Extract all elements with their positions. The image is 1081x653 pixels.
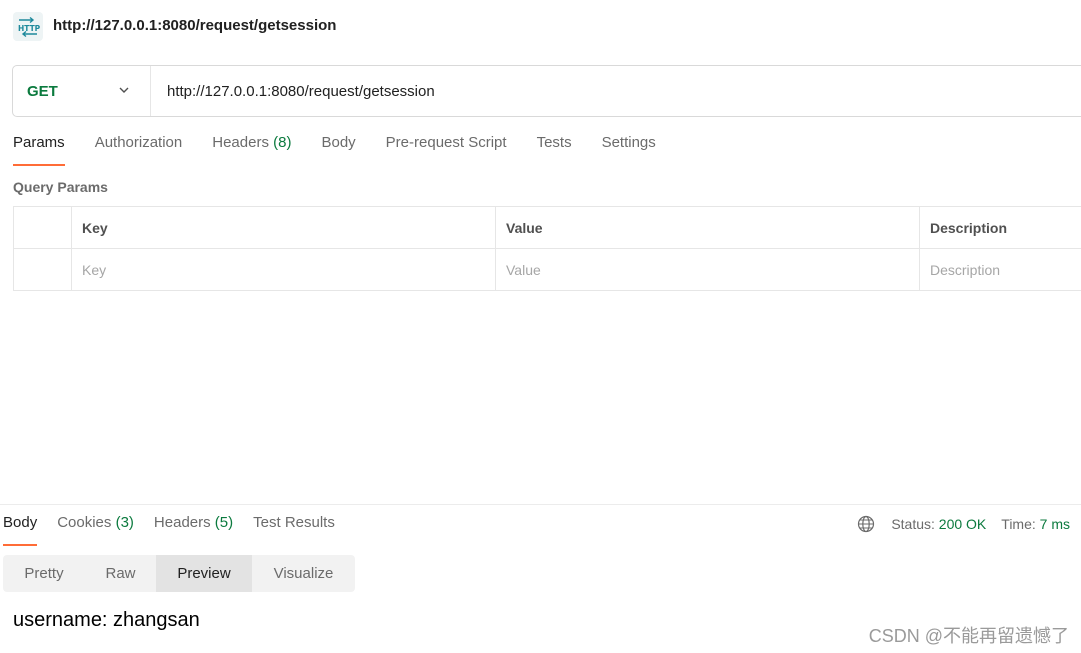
- request-tabs: Params Authorization Headers (8) Body Pr…: [13, 134, 686, 166]
- url-input[interactable]: [151, 66, 1081, 116]
- view-pretty[interactable]: Pretty: [3, 555, 85, 592]
- watermark: CSDN @不能再留遗憾了: [868, 626, 1069, 646]
- request-title-bar: HTTP http://127.0.0.1:8080/request/getse…: [0, 0, 1081, 52]
- status-value[interactable]: 200 OK: [939, 516, 986, 532]
- tab-cookies[interactable]: Cookies (3): [57, 514, 134, 546]
- panel-divider[interactable]: [0, 504, 1081, 505]
- chevron-down-icon: [119, 87, 129, 93]
- request-title[interactable]: http://127.0.0.1:8080/request/getsession: [53, 17, 336, 34]
- headers-count: (8): [273, 134, 292, 151]
- column-header-description: Description: [919, 207, 1081, 248]
- view-raw[interactable]: Raw: [85, 555, 156, 592]
- response-body-text: username: zhangsan: [13, 609, 200, 631]
- tab-tests[interactable]: Tests: [537, 134, 572, 166]
- query-params-title: Query Params: [13, 179, 108, 195]
- description-input[interactable]: Description: [919, 249, 1081, 290]
- response-headers-count: (5): [214, 514, 234, 531]
- response-status: Status: 200 OK Time: 7 ms: [857, 514, 1070, 534]
- svg-text:HTTP: HTTP: [18, 24, 40, 33]
- view-preview[interactable]: Preview: [156, 555, 252, 592]
- tab-pre-request-script[interactable]: Pre-request Script: [386, 134, 507, 166]
- response-tabs: Body Cookies (3) Headers (5) Test Result…: [3, 514, 355, 546]
- tab-body[interactable]: Body: [321, 134, 355, 166]
- value-input[interactable]: Value: [495, 249, 919, 290]
- query-params-table: Key Value Description Key Value Descript…: [13, 206, 1081, 291]
- checkbox-column-header: [13, 207, 71, 248]
- tab-params[interactable]: Params: [13, 134, 65, 166]
- column-header-key: Key: [71, 207, 495, 248]
- table-row: Key Value Description: [13, 249, 1081, 291]
- key-input[interactable]: Key: [71, 249, 495, 290]
- tab-authorization[interactable]: Authorization: [95, 134, 183, 166]
- tab-headers[interactable]: Headers (8): [212, 134, 291, 166]
- tab-settings[interactable]: Settings: [602, 134, 656, 166]
- row-checkbox-cell[interactable]: [13, 249, 71, 290]
- table-header-row: Key Value Description: [13, 207, 1081, 249]
- time-label: Time:: [1001, 516, 1036, 532]
- tab-test-results[interactable]: Test Results: [253, 514, 335, 546]
- tab-response-body[interactable]: Body: [3, 514, 38, 546]
- method-select[interactable]: GET: [13, 66, 151, 116]
- status-label: Status:: [891, 516, 935, 532]
- tab-response-headers[interactable]: Headers (5): [154, 514, 233, 546]
- http-icon: HTTP: [13, 12, 43, 41]
- method-label: GET: [27, 82, 58, 100]
- cookies-count: (3): [115, 514, 134, 531]
- time-value[interactable]: 7 ms: [1040, 516, 1070, 532]
- view-mode-switch: Pretty Raw Preview Visualize: [3, 555, 355, 592]
- column-header-value: Value: [495, 207, 919, 248]
- view-visualize[interactable]: Visualize: [252, 555, 355, 592]
- url-bar: GET: [12, 65, 1081, 117]
- globe-icon[interactable]: [857, 515, 875, 533]
